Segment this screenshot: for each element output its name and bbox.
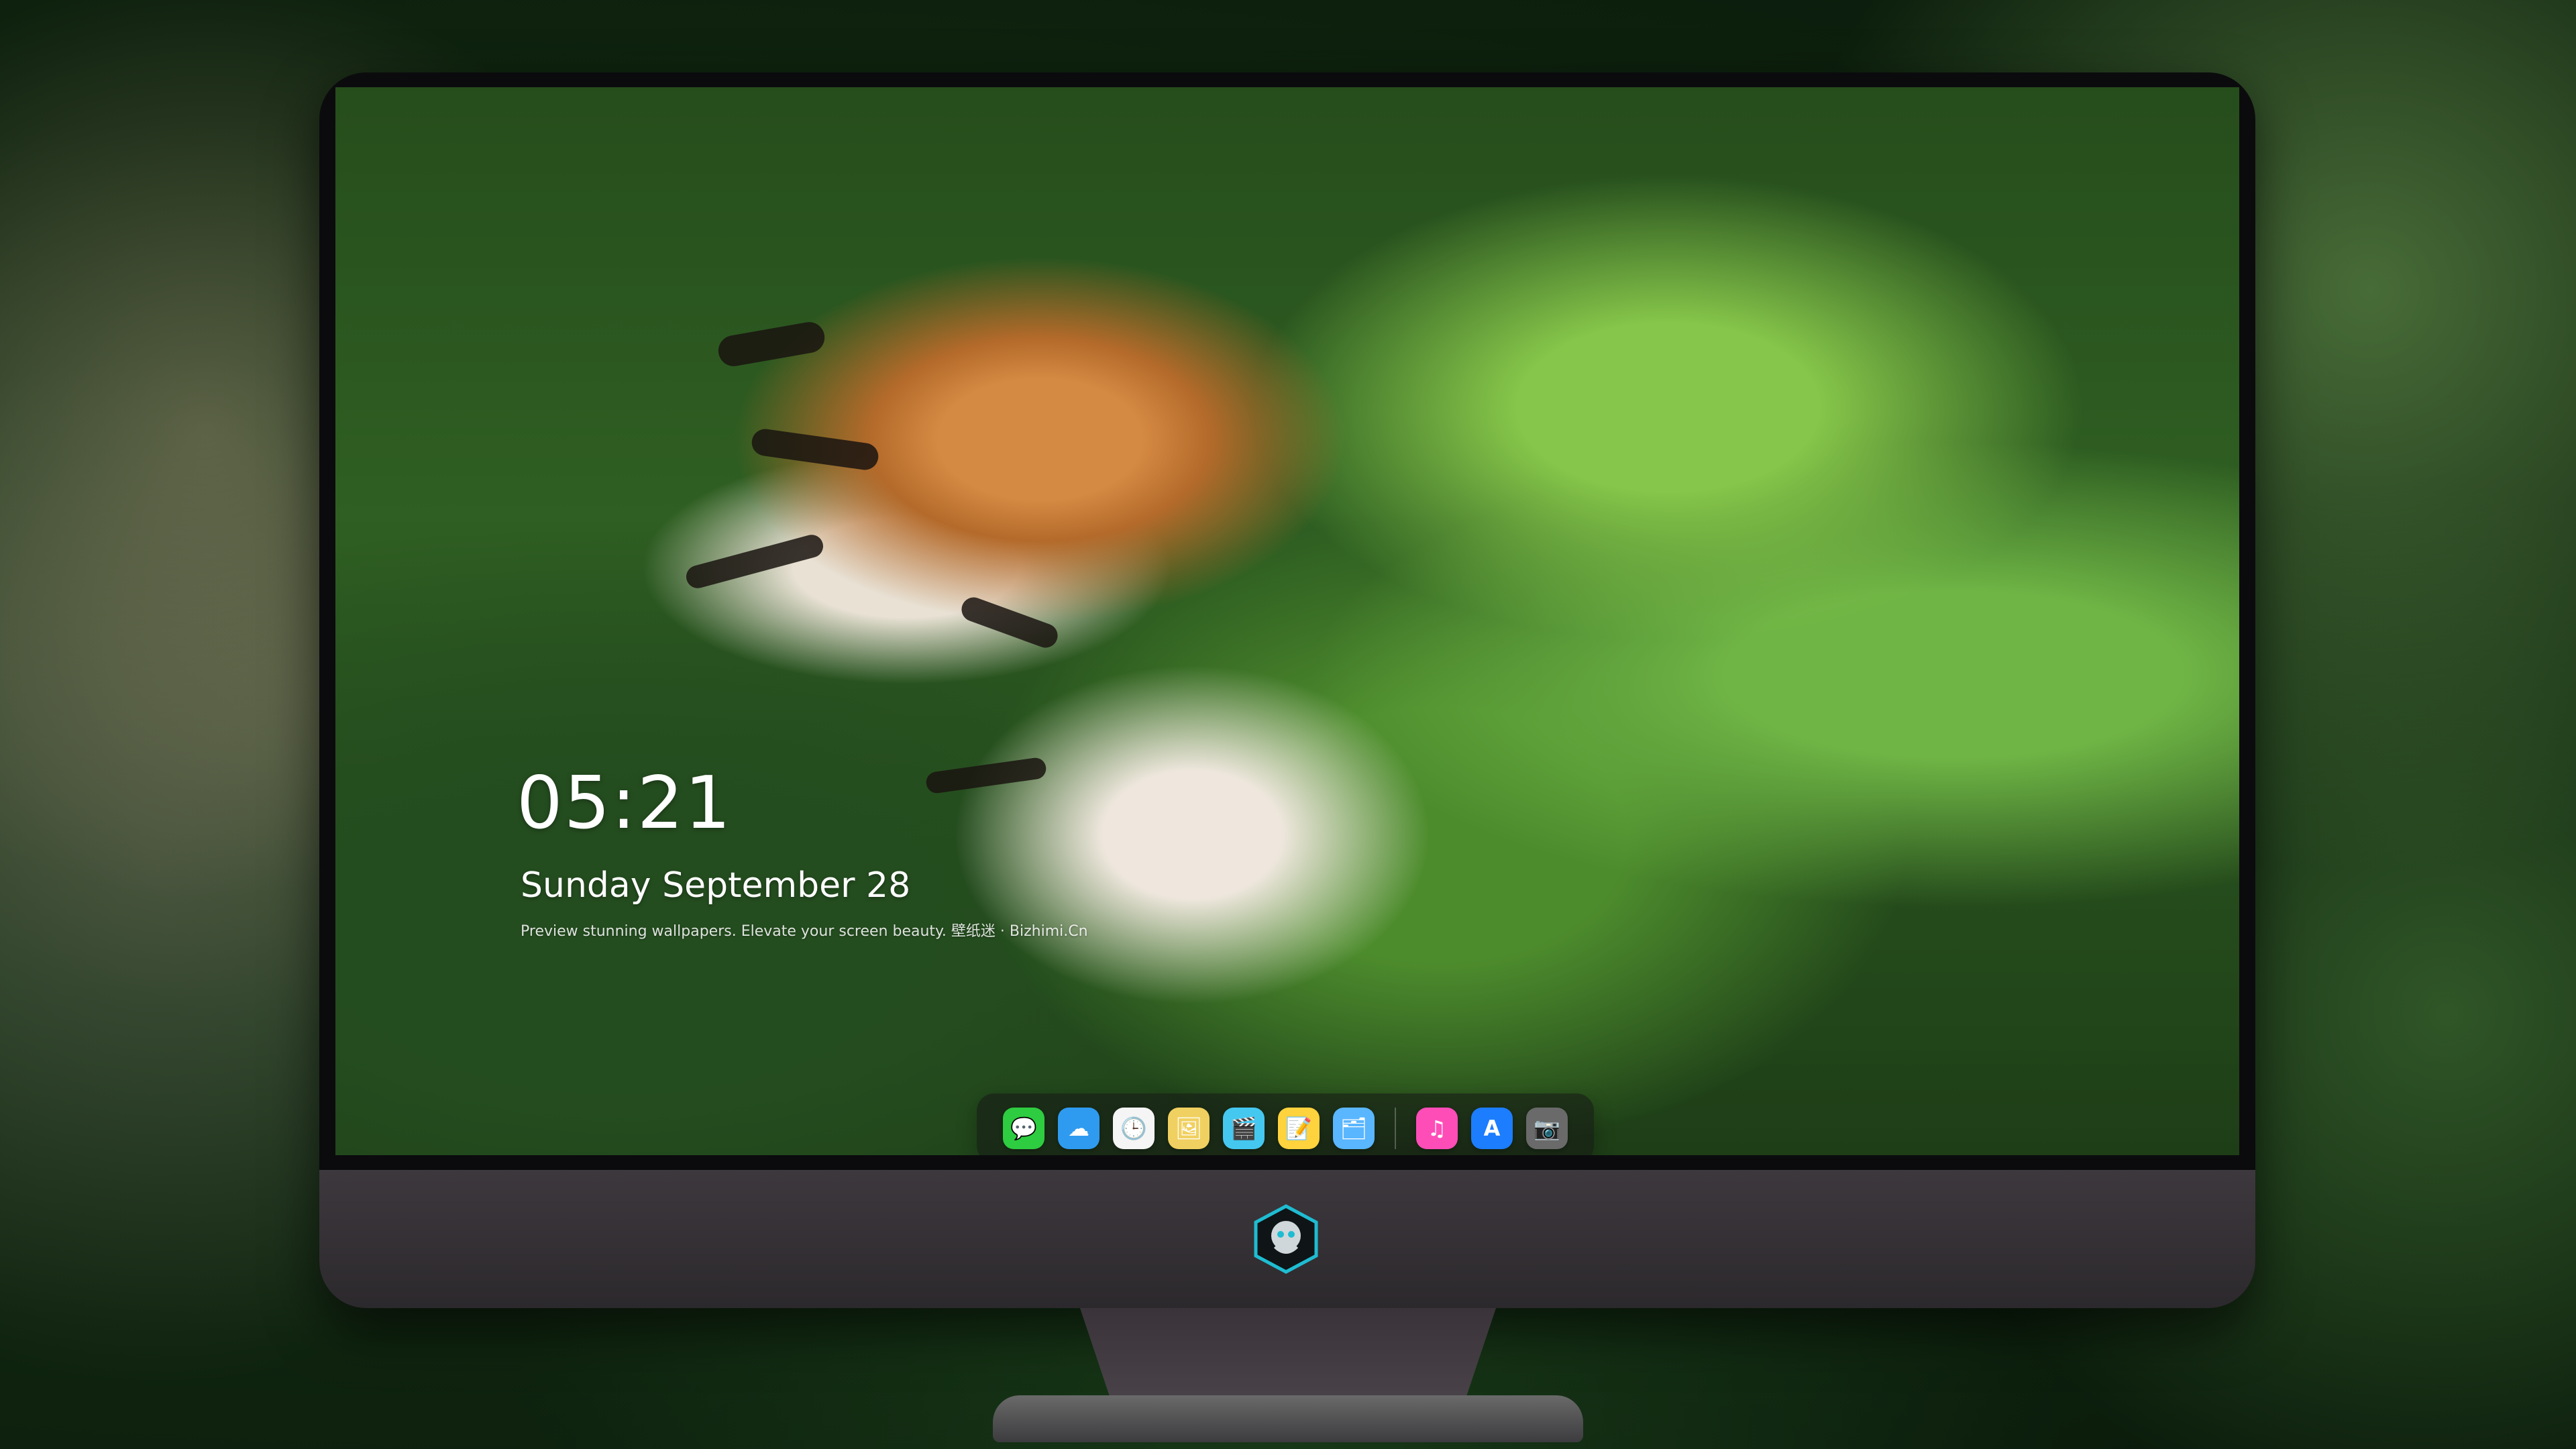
brand-logo bbox=[1250, 1203, 1322, 1275]
preview-icon[interactable]: 🖼 bbox=[1168, 1108, 1210, 1149]
lockscreen-time: 05:21 bbox=[517, 761, 733, 845]
lockscreen-caption: Preview stunning wallpapers. Elevate you… bbox=[521, 923, 1088, 940]
camera-icon[interactable]: 📷 bbox=[1526, 1108, 1568, 1149]
app-store-icon[interactable]: A bbox=[1471, 1108, 1513, 1149]
desktop-screen: 05:21 Sunday September 28 Preview stunni… bbox=[335, 87, 2239, 1155]
notes-icon[interactable]: 📝 bbox=[1278, 1108, 1320, 1149]
monitor-chin bbox=[319, 1170, 2255, 1308]
monitor-frame: 05:21 Sunday September 28 Preview stunni… bbox=[319, 72, 2255, 1308]
tiger-stripe bbox=[958, 594, 1061, 651]
photos-icon[interactable]: 🗂 bbox=[1333, 1108, 1375, 1149]
lockscreen-date: Sunday September 28 bbox=[521, 865, 911, 906]
monitor-base bbox=[993, 1395, 1583, 1442]
messages-icon[interactable]: 💬 bbox=[1003, 1108, 1044, 1149]
dock: 💬 ☁ 🕒 🖼 🎬 📝 🗂 ♫ A 📷 bbox=[977, 1093, 1594, 1155]
dock-separator bbox=[1395, 1108, 1396, 1149]
tiger-stripe bbox=[924, 756, 1048, 795]
weather-icon[interactable]: ☁ bbox=[1058, 1108, 1099, 1149]
tiger-stripe bbox=[684, 532, 826, 591]
music-icon[interactable]: ♫ bbox=[1416, 1108, 1458, 1149]
clips-icon[interactable]: 🎬 bbox=[1223, 1108, 1265, 1149]
tiger-stripe bbox=[716, 319, 827, 369]
monitor-stand bbox=[1080, 1308, 1496, 1407]
tiger-stripe bbox=[750, 427, 880, 472]
clock-icon[interactable]: 🕒 bbox=[1113, 1108, 1155, 1149]
